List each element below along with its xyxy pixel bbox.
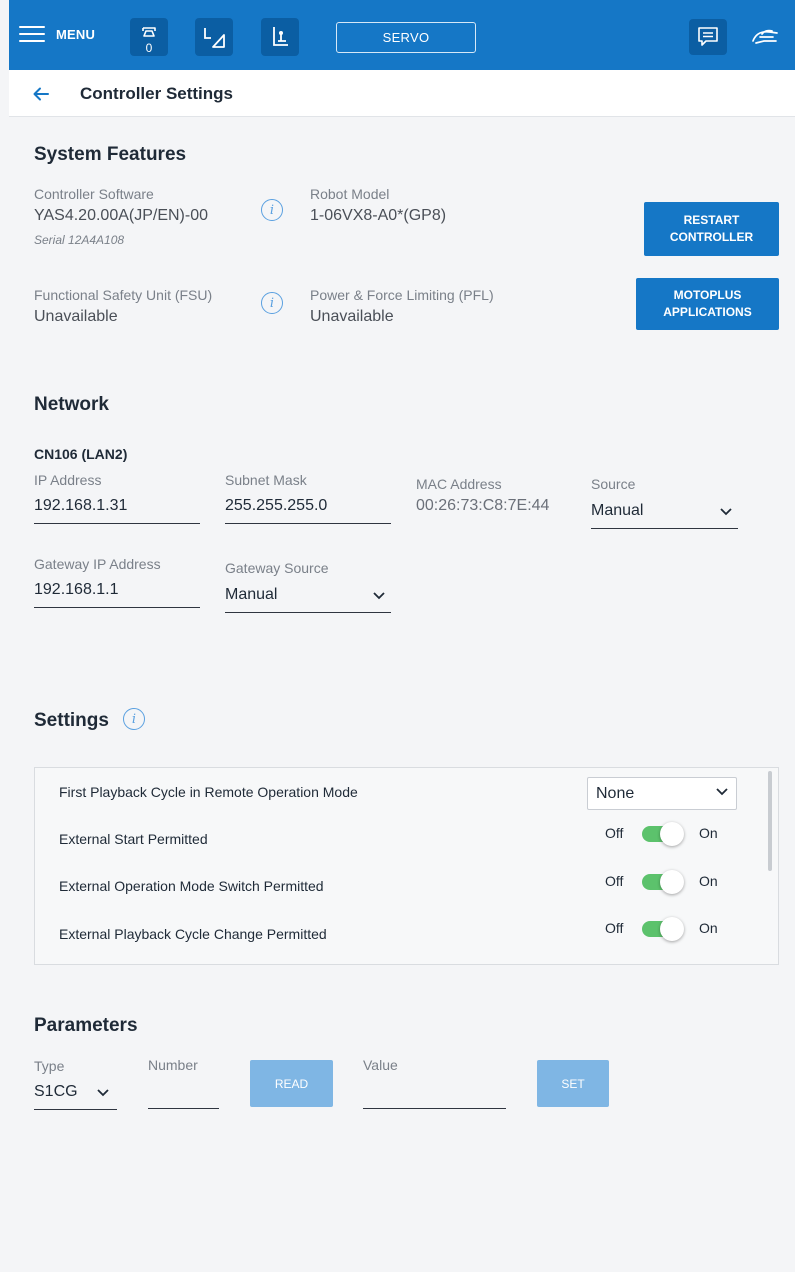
menu-label: MENU: [56, 26, 96, 42]
mac-address-label: MAC Address: [416, 476, 502, 492]
system-features-title: System Features: [34, 144, 187, 165]
number-input[interactable]: [148, 1074, 219, 1109]
type-value: S1CG: [34, 1083, 78, 1100]
serial-number: Serial 12A4A108: [34, 233, 125, 247]
parameters-title: Parameters: [34, 1015, 138, 1036]
external-mode-switch-off-label: Off: [605, 873, 624, 889]
external-start-toggle[interactable]: [642, 822, 684, 846]
first-playback-cycle-label: First Playback Cycle in Remote Operation…: [59, 784, 358, 800]
settings-title: Settings: [34, 710, 109, 731]
robot-model-value: 1-06VX8-A0*(GP8): [310, 207, 447, 224]
chevron-down-icon: [373, 592, 385, 600]
gateway-ip-value: 192.168.1.1: [34, 581, 119, 598]
subnet-mask-label: Subnet Mask: [225, 472, 307, 488]
gateway-source-select[interactable]: Manual: [225, 576, 391, 613]
external-start-off-label: Off: [605, 825, 624, 841]
ip-address-field[interactable]: 192.168.1.31: [34, 488, 200, 524]
external-cycle-change-off-label: Off: [605, 920, 624, 936]
ip-address-value: 192.168.1.31: [34, 497, 128, 514]
restart-button-line1: RESTART: [683, 213, 740, 227]
app-frame: MENU 0 SERVO Controller Settings System …: [9, 0, 795, 1272]
hamburger-icon: [19, 24, 45, 44]
subnet-mask-value: 255.255.255.0: [225, 497, 328, 514]
gateway-ip-field[interactable]: 192.168.1.1: [34, 572, 200, 608]
tool-frame-icon: [273, 27, 288, 46]
mac-address-value: 00:26:73:C8:7E:44: [416, 497, 550, 514]
settings-panel: First Playback Cycle in Remote Operation…: [34, 767, 779, 965]
chevron-down-icon: [720, 508, 732, 516]
source-select[interactable]: Manual: [591, 492, 738, 529]
motoplus-applications-button[interactable]: MOTOPLUS APPLICATIONS: [636, 278, 779, 330]
number-label: Number: [148, 1057, 198, 1073]
external-start-on-label: On: [699, 825, 718, 841]
ip-address-label: IP Address: [34, 472, 102, 488]
top-bar: MENU 0 SERVO: [9, 0, 795, 70]
tool-frame-button[interactable]: [261, 18, 299, 56]
network-port-label: CN106 (LAN2): [34, 446, 128, 462]
settings-scrollbar[interactable]: [768, 771, 772, 871]
pfl-value: Unavailable: [310, 308, 394, 325]
coordinate-frame-button[interactable]: [195, 18, 233, 56]
pfl-label: Power & Force Limiting (PFL): [310, 287, 494, 303]
restart-button-line2: CONTROLLER: [669, 230, 754, 244]
motoplus-button-line1: MOTOPLUS: [673, 288, 742, 302]
robot-model-label: Robot Model: [310, 186, 390, 202]
controller-software-value: YAS4.20.00A(JP/EN)-00: [34, 207, 209, 224]
software-info-icon[interactable]: i: [261, 199, 283, 221]
servo-button[interactable]: SERVO: [336, 22, 476, 53]
fsu-value: Unavailable: [34, 308, 118, 325]
coordinate-frame-icon: [204, 28, 225, 48]
gateway-ip-label: Gateway IP Address: [34, 556, 161, 572]
chevron-down-icon: [97, 1089, 109, 1097]
external-cycle-change-toggle[interactable]: [642, 917, 684, 941]
robot-count: 0: [145, 41, 153, 55]
external-cycle-change-on-label: On: [699, 920, 718, 936]
source-label: Source: [591, 476, 636, 492]
gateway-source-value: Manual: [225, 586, 278, 603]
type-label: Type: [34, 1058, 65, 1074]
type-select[interactable]: S1CG: [34, 1074, 117, 1110]
message-icon: [698, 27, 718, 46]
menu-button[interactable]: MENU: [19, 24, 95, 44]
restart-controller-button[interactable]: RESTART CONTROLLER: [644, 202, 779, 256]
fsu-info-icon[interactable]: i: [261, 292, 283, 314]
fsu-label: Functional Safety Unit (FSU): [34, 287, 213, 303]
set-button[interactable]: SET: [537, 1060, 609, 1107]
settings-info-icon[interactable]: i: [123, 708, 145, 730]
external-mode-switch-label: External Operation Mode Switch Permitted: [59, 878, 324, 894]
back-arrow-icon[interactable]: [31, 84, 51, 104]
teach-hand-button[interactable]: [749, 20, 783, 54]
chevron-down-icon: [716, 788, 728, 796]
read-button[interactable]: READ: [250, 1060, 333, 1107]
gateway-source-label: Gateway Source: [225, 560, 329, 576]
value-label: Value: [363, 1057, 398, 1073]
network-title: Network: [34, 394, 109, 415]
first-playback-cycle-value: None: [596, 785, 635, 802]
external-cycle-change-label: External Playback Cycle Change Permitted: [59, 926, 327, 942]
external-mode-switch-toggle[interactable]: [642, 870, 684, 894]
external-start-label: External Start Permitted: [59, 831, 208, 847]
value-input[interactable]: [363, 1074, 506, 1109]
page-header: Controller Settings: [9, 70, 795, 117]
controller-software-label: Controller Software: [34, 186, 154, 202]
first-playback-cycle-select[interactable]: None: [587, 777, 737, 810]
teach-hand-icon: [752, 29, 778, 44]
external-mode-switch-on-label: On: [699, 873, 718, 889]
motoplus-button-line2: APPLICATIONS: [663, 305, 752, 319]
robot-arm-button[interactable]: 0: [130, 18, 168, 56]
message-button[interactable]: [689, 19, 727, 55]
subnet-mask-field[interactable]: 255.255.255.0: [225, 488, 391, 524]
source-value: Manual: [591, 502, 644, 519]
page-title: Controller Settings: [80, 84, 234, 103]
